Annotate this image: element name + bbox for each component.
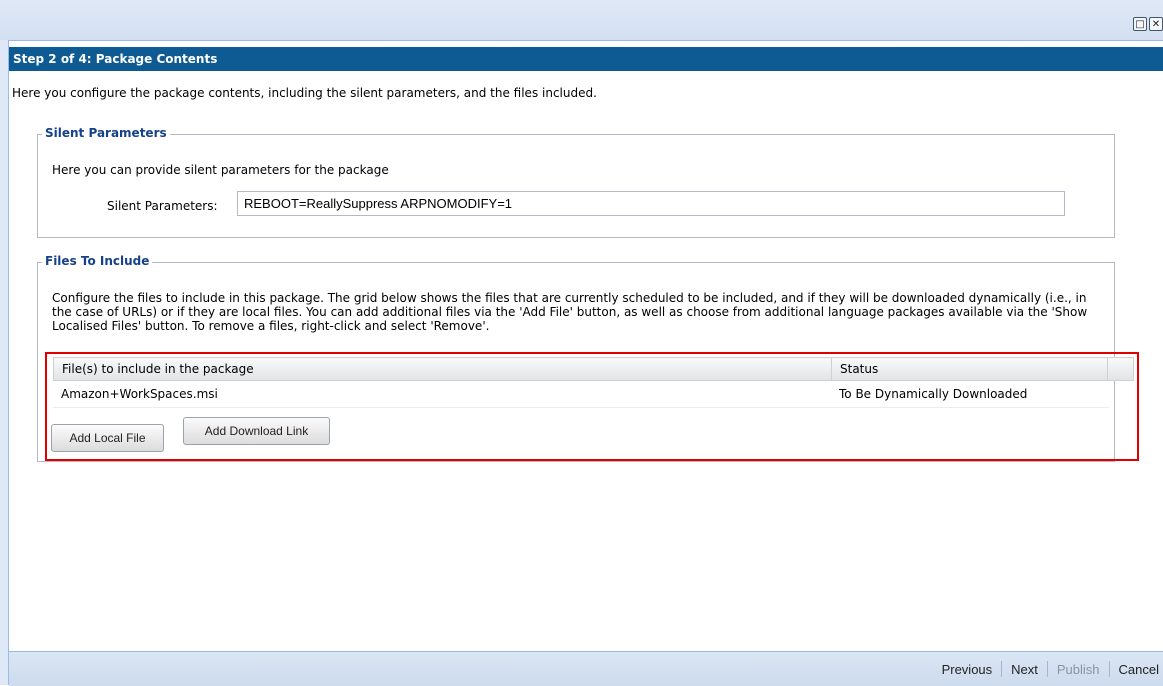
next-button[interactable]: Next	[1011, 662, 1038, 677]
wizard-footer: Previous Next Publish Cancel	[9, 651, 1163, 686]
files-description: Configure the files to include in this p…	[52, 291, 1088, 333]
window-controls: □ ✕	[1133, 17, 1163, 35]
silent-parameters-label: Silent Parameters:	[107, 199, 218, 213]
silent-parameters-group: Silent Parameters Here you can provide s…	[37, 126, 1115, 238]
intro-text: Here you configure the package contents,…	[12, 86, 597, 100]
silent-parameters-description: Here you can provide silent parameters f…	[52, 163, 389, 177]
nav-divider	[1001, 661, 1003, 677]
wizard-nav: Previous Next Publish Cancel	[942, 652, 1159, 686]
nav-divider	[1046, 661, 1048, 677]
step-header: Step 2 of 4: Package Contents	[9, 47, 1163, 71]
previous-button[interactable]: Previous	[942, 662, 993, 677]
highlight-box	[45, 352, 1139, 461]
maximize-icon[interactable]: □	[1133, 17, 1147, 31]
silent-parameters-legend: Silent Parameters	[42, 126, 170, 140]
page-title: Step 2 of 4: Package Contents	[13, 52, 218, 66]
files-to-include-legend: Files To Include	[42, 254, 153, 268]
cancel-button[interactable]: Cancel	[1119, 662, 1159, 677]
nav-divider	[1108, 661, 1110, 677]
window-titlebar: □ ✕	[0, 0, 1163, 41]
silent-parameters-input[interactable]: REBOOT=ReallySuppress ARPNOMODIFY=1	[237, 191, 1065, 216]
close-icon[interactable]: ✕	[1149, 17, 1163, 31]
publish-button[interactable]: Publish	[1057, 662, 1100, 677]
window-left-edge	[0, 40, 9, 685]
